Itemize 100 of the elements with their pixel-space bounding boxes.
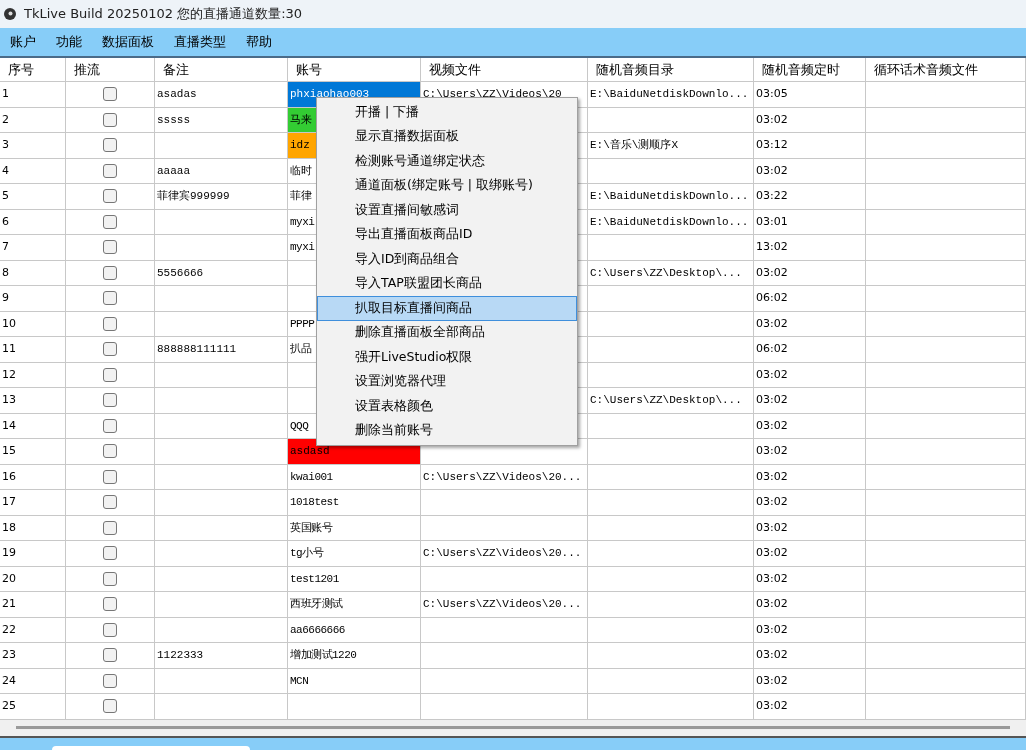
table-cell: 03:02: [756, 672, 788, 689]
column-header[interactable]: 账号: [296, 59, 322, 80]
checkbox[interactable]: [103, 214, 117, 229]
table-cell-text: 英国账号: [290, 520, 332, 536]
row-number: 9: [2, 290, 9, 306]
menu-item[interactable]: 帮助: [244, 32, 274, 52]
table-cell-text: 03:02: [756, 392, 788, 408]
table-cell: 03:02: [756, 468, 788, 485]
table-cell-text: sssss: [157, 112, 190, 128]
table-cell-text: 03:02: [756, 494, 788, 510]
checkbox[interactable]: [103, 393, 117, 408]
checkbox[interactable]: [103, 291, 117, 306]
checkbox[interactable]: [103, 418, 117, 433]
table-cell-text: 06:02: [756, 290, 788, 306]
checkbox[interactable]: [103, 469, 117, 484]
context-menu-item[interactable]: 强开LiveStudio权限: [317, 345, 577, 370]
row-number: 22: [2, 621, 16, 638]
table-cell: 03:02: [756, 519, 788, 536]
table-cell-text: E:\音乐\测顺序X: [590, 138, 678, 153]
row-number: 18: [2, 519, 16, 536]
column-header[interactable]: 循环话术音频文件: [874, 59, 978, 80]
table-cell-text: 菲律宾999999: [157, 189, 230, 204]
menu-item[interactable]: 直播类型: [172, 32, 228, 52]
checkbox[interactable]: [103, 163, 117, 178]
table-cell: 03:02: [756, 366, 788, 383]
context-menu-item[interactable]: 设置浏览器代理: [317, 369, 577, 394]
table-cell-text: 13:02: [756, 239, 788, 255]
row-number: 2: [2, 111, 9, 128]
table-cell-text: PPPP: [290, 316, 315, 332]
table-cell-text: E:\BaiduNetdiskDownlo...: [590, 214, 749, 230]
row-number: 16: [2, 468, 16, 485]
table-cell-text: myxi: [290, 240, 315, 255]
row-number: 19: [2, 545, 16, 561]
checkbox[interactable]: [103, 597, 117, 612]
checkbox[interactable]: [103, 316, 117, 331]
context-menu-item[interactable]: 扒取目标直播间商品: [317, 296, 577, 321]
table-cell-text: MCN: [290, 673, 309, 689]
context-menu-item[interactable]: 通道面板(绑定账号 | 取绑账号): [317, 173, 577, 198]
row-number: 25: [2, 698, 16, 714]
table-cell-text: asadas: [157, 87, 197, 102]
checkbox[interactable]: [103, 189, 117, 204]
row-number: 14: [2, 417, 16, 434]
row-number: 23: [2, 647, 16, 663]
table-cell: 03:02: [756, 162, 788, 179]
checkbox[interactable]: [103, 87, 117, 102]
checkbox[interactable]: [103, 265, 117, 280]
checkbox[interactable]: [103, 622, 117, 637]
context-menu-item[interactable]: 设置表格颜色: [317, 394, 577, 419]
table-cell-text: aaaaa: [157, 163, 190, 179]
menu-item[interactable]: 功能: [54, 32, 84, 52]
table-cell-text: 1018test: [290, 495, 339, 510]
table-cell-text: 增加测试1220: [290, 648, 357, 663]
checkbox[interactable]: [103, 112, 117, 127]
table-cell-text: tg小号: [290, 546, 324, 561]
checkbox[interactable]: [103, 342, 117, 357]
table-cell-text: C:\Users\ZZ\Videos\20...: [423, 597, 582, 612]
row-number: 20: [2, 570, 16, 587]
table-cell-text: myxi: [290, 214, 315, 230]
table-cell-text: 03:12: [756, 137, 788, 153]
context-menu-item[interactable]: 设置直播间敏感词: [317, 198, 577, 223]
context-menu-item[interactable]: 导入ID到商品组合: [317, 247, 577, 272]
row-number: 15: [2, 443, 16, 459]
checkbox[interactable]: [103, 571, 117, 586]
column-header[interactable]: 随机音频定时: [762, 59, 840, 80]
table-cell-text: E:\BaiduNetdiskDownlo...: [590, 189, 749, 204]
table-cell-text: E:\BaiduNetdiskDownlo...: [590, 87, 749, 102]
checkbox[interactable]: [103, 673, 117, 688]
checkbox[interactable]: [103, 546, 117, 561]
context-menu-item[interactable]: 导入TAP联盟团长商品: [317, 271, 577, 296]
checkbox[interactable]: [103, 138, 117, 153]
table-cell-text: 扒品: [290, 342, 311, 357]
checkbox[interactable]: [103, 520, 117, 535]
checkbox[interactable]: [103, 699, 117, 714]
checkbox[interactable]: [103, 648, 117, 663]
menu-item[interactable]: 数据面板: [100, 32, 156, 52]
checkbox[interactable]: [103, 495, 117, 510]
context-menu-item[interactable]: 删除直播面板全部商品: [317, 320, 577, 345]
table-cell-text: 03:02: [756, 545, 788, 561]
table-cell: 03:02: [756, 111, 788, 128]
column-header[interactable]: 推流: [74, 59, 100, 80]
column-header[interactable]: 视频文件: [429, 59, 481, 80]
row-number: 13: [2, 392, 16, 408]
column-header[interactable]: 随机音频目录: [596, 59, 674, 80]
table-cell-text: C:\Users\ZZ\Desktop\...: [590, 393, 742, 408]
row-number: 7: [2, 239, 9, 255]
table-cell-text: 888888111111: [157, 342, 237, 357]
table-cell-text: 03:05: [756, 86, 788, 102]
context-menu-item[interactable]: 导出直播面板商品ID: [317, 222, 577, 247]
column-header[interactable]: 备注: [163, 59, 189, 80]
menu-item[interactable]: 账户: [8, 32, 38, 52]
column-header[interactable]: 序号: [8, 59, 34, 80]
checkbox[interactable]: [103, 240, 117, 255]
table-cell-text: 03:02: [756, 647, 788, 663]
table-cell-text: 菲律: [290, 189, 311, 204]
row-number: 3: [2, 137, 9, 153]
table-cell-text: kwai001: [290, 469, 333, 485]
horizontal-scrollbar[interactable]: [16, 726, 1010, 730]
checkbox[interactable]: [103, 444, 117, 459]
row-number: 5: [2, 188, 9, 204]
checkbox[interactable]: [103, 367, 117, 382]
